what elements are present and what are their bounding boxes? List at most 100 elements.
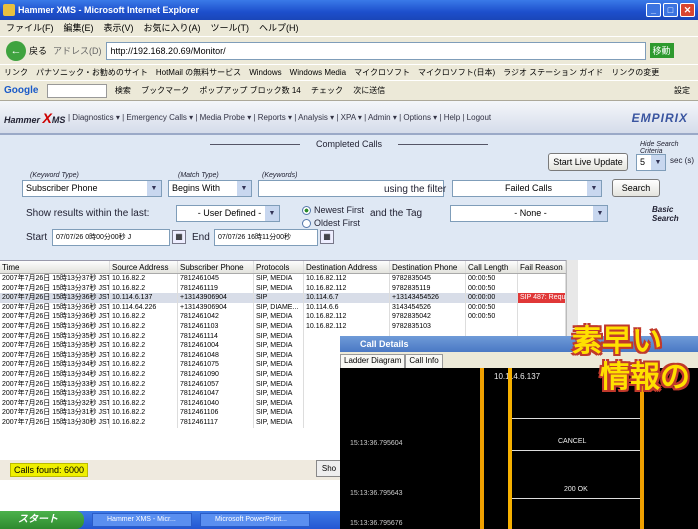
table-row[interactable]: 2007年7月26日 15時13分37秒 JST 10.16.82.2 781246…: [0, 274, 566, 284]
table-cell: [518, 283, 566, 294]
table-row[interactable]: 2007年7月26日 15時13分37秒 JST 10.16.82.2 781246…: [0, 283, 566, 294]
tab-call-info[interactable]: Call Info: [405, 354, 443, 368]
timestamp: 15:13:36.795604: [350, 440, 403, 447]
start-date-input[interactable]: 07/07/26 0時00分00秒 J: [52, 229, 170, 246]
match-type-label: (Match Type): [178, 172, 219, 179]
interval-select[interactable]: 5 ▼: [636, 154, 666, 171]
table-cell: 10.16.82.2: [110, 331, 178, 342]
col-fail-reason[interactable]: Fail Reason: [518, 261, 566, 273]
link-windows-media[interactable]: Windows Media: [290, 68, 346, 77]
table-cell: SIP, MEDIA: [254, 408, 304, 418]
table-row[interactable]: 2007年7月26日 15時13分36秒 JST 10.16.82.2 781246…: [0, 321, 566, 332]
google-search-input[interactable]: [46, 83, 107, 98]
basic-search-link[interactable]: Basic Search: [652, 205, 698, 223]
table-cell: 9782835042: [390, 312, 466, 322]
table-row[interactable]: 2007年7月26日 15時13分36秒 JST 10.16.82.2 781246…: [0, 312, 566, 322]
table-cell: 7812461119: [178, 283, 254, 294]
table-cell: 2007年7月26日 15時13分33秒 JST: [2, 379, 110, 390]
table-row[interactable]: 2007年7月26日 15時13分36秒 JST 10.114.64.226 +13…: [0, 302, 566, 313]
tab-ladder-diagram[interactable]: Ladder Diagram: [340, 354, 406, 368]
popup-blocked-count[interactable]: ポップアップ ブロック数 14: [199, 86, 300, 95]
col-call-length[interactable]: Call Length: [466, 261, 518, 273]
end-date-input[interactable]: 07/07/26 16時11分00秒: [214, 229, 318, 246]
check-button[interactable]: チェック: [311, 86, 343, 95]
match-type-select[interactable]: Begins With ▼: [168, 180, 252, 197]
send-next-button[interactable]: 次に送信: [353, 86, 385, 95]
table-cell: 7812461048: [178, 350, 254, 361]
col-protocols[interactable]: Protocols: [254, 261, 304, 273]
google-settings-button[interactable]: 設定: [674, 81, 690, 101]
col-destination-address[interactable]: Destination Address: [304, 261, 390, 273]
table-cell: SIP, MEDIA: [254, 350, 304, 361]
col-subscriber-phone[interactable]: Subscriber Phone: [178, 261, 254, 273]
address-input[interactable]: http://192.168.20.69/Monitor/: [105, 41, 646, 60]
table-cell: SIP 487: Request terminated: [518, 293, 566, 303]
table-cell: [518, 312, 566, 322]
search-button[interactable]: Search: [612, 179, 660, 197]
table-cell: 10.16.82.112: [304, 274, 390, 284]
calendar-icon[interactable]: ▦: [172, 230, 186, 244]
hide-criteria-link[interactable]: Hide Search Criteria: [640, 141, 698, 155]
tag-select[interactable]: - None - ▼: [450, 205, 608, 222]
table-cell: SIP, MEDIA: [254, 283, 304, 294]
table-cell: SIP, MEDIA: [254, 379, 304, 390]
back-button-label[interactable]: 戻る: [29, 44, 47, 57]
menu-tools[interactable]: ツール(T): [211, 23, 250, 33]
window-title: Hammer XMS - Microsoft Internet Explorer: [18, 5, 200, 15]
table-header: Time Source Address Subscriber Phone Pro…: [0, 261, 566, 274]
link-panasonic[interactable]: パナソニック・お勧めのサイト: [36, 68, 148, 77]
bookmarks-button[interactable]: ブックマーク: [141, 86, 189, 95]
back-arrow-icon[interactable]: ←: [6, 40, 26, 61]
table-cell: 7812461045: [178, 274, 254, 284]
oldest-first-radio[interactable]: Oldest First: [302, 218, 360, 229]
taskbar-item-powerpoint[interactable]: Microsoft PowerPoint...: [200, 513, 310, 527]
link-customize[interactable]: リンクの変更: [611, 68, 659, 77]
ok-arrow: [512, 498, 640, 499]
close-button[interactable]: ✕: [680, 3, 695, 17]
filter-select[interactable]: Failed Calls ▼: [452, 180, 602, 197]
table-cell: 7812461042: [178, 312, 254, 322]
table-cell: 10.16.82.2: [110, 408, 178, 418]
link-radio[interactable]: ラジオ ステーション ガイド: [503, 68, 603, 77]
app-nav-bar: Hammer XMS | Diagnostics ▾ | Emergency C…: [0, 101, 698, 135]
menu-file[interactable]: ファイル(F): [6, 23, 54, 33]
menu-help[interactable]: ヘルプ(H): [259, 23, 299, 33]
show-button[interactable]: Sho: [316, 460, 342, 477]
link-microsoft[interactable]: マイクロソフト: [354, 68, 410, 77]
start-live-update-button[interactable]: Start Live Update: [548, 153, 628, 171]
table-row[interactable]: 2007年7月26日 15時13分36秒 JST 10.114.6.137 +131…: [0, 293, 566, 303]
maximize-button[interactable]: □: [663, 3, 678, 17]
range-select[interactable]: - User Defined - ▼: [176, 205, 280, 222]
ie-icon: [3, 4, 15, 16]
link-microsoft-japan[interactable]: マイクロソフト(日本): [418, 68, 495, 77]
table-cell: 7812461103: [178, 321, 254, 332]
and-tag-label: and the Tag: [370, 208, 423, 219]
menu-favorites[interactable]: お気に入り(A): [144, 23, 201, 33]
minimize-button[interactable]: _: [646, 3, 661, 17]
google-search-button[interactable]: 検索: [115, 86, 131, 95]
window-title-bar: Hammer XMS - Microsoft Internet Explorer…: [0, 0, 698, 20]
col-source-address[interactable]: Source Address: [110, 261, 178, 273]
link-hotmail[interactable]: HotMail の無料サービス: [156, 68, 241, 77]
go-button[interactable]: 移動: [649, 43, 674, 58]
table-cell: [466, 321, 518, 332]
calendar-icon[interactable]: ▦: [320, 230, 334, 244]
menu-edit[interactable]: 編集(E): [64, 23, 94, 33]
table-cell: 2007年7月26日 15時13分32秒 JST: [2, 398, 110, 409]
menu-view[interactable]: 表示(V): [104, 23, 134, 33]
show-within-label: Show results within the last:: [26, 208, 150, 219]
start-button[interactable]: スタート: [0, 511, 84, 529]
table-cell: 2007年7月26日 15時13分35秒 JST: [2, 331, 110, 342]
col-destination-phone[interactable]: Destination Phone: [390, 261, 466, 273]
newest-first-radio[interactable]: Newest First: [302, 205, 364, 216]
taskbar-item-hammer[interactable]: Hammer XMS - Micr...: [92, 513, 192, 527]
keyword-type-select[interactable]: Subscriber Phone ▼: [22, 180, 162, 197]
table-cell: SIP: [254, 293, 304, 303]
col-time[interactable]: Time: [0, 261, 110, 273]
link-windows[interactable]: Windows: [249, 68, 281, 77]
app-nav-links[interactable]: | Diagnostics ▾ | Emergency Calls ▾ | Me…: [68, 113, 491, 122]
table-cell: 9782835103: [390, 321, 466, 332]
table-cell: 00:00:00: [466, 293, 518, 303]
table-cell: 10.16.82.2: [110, 312, 178, 322]
table-cell: 10.16.82.2: [110, 341, 178, 351]
